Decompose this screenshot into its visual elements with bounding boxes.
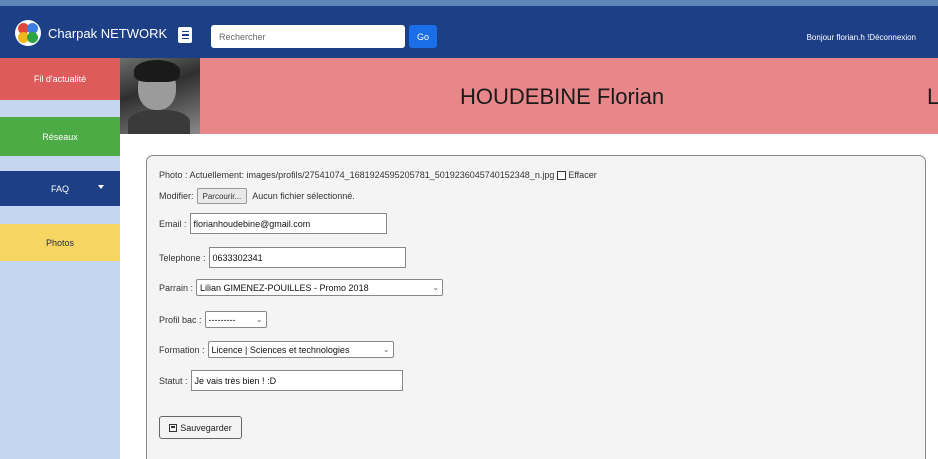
modifier-label: Modifier:: [159, 191, 194, 201]
sidebar-item-label: Photos: [45, 237, 75, 248]
caret-down-icon: [98, 185, 104, 189]
formation-label: Formation :: [159, 344, 205, 355]
brand[interactable]: Charpak NETWORK: [15, 20, 167, 46]
parcourir-button[interactable]: Parcourir...: [196, 188, 248, 204]
no-file-text: Aucun fichier sélectionné.: [252, 191, 355, 201]
sidebar: Fil d'actualité Réseaux FAQ Photos: [0, 58, 120, 459]
effacer-checkbox[interactable]: [557, 170, 567, 180]
save-button[interactable]: Sauvegarder: [159, 416, 242, 439]
photo-current-label: Photo : Actuellement: images/profils/275…: [159, 170, 555, 180]
go-button[interactable]: Go: [409, 25, 437, 48]
statut-field[interactable]: Je vais très bien ! :D: [190, 370, 403, 391]
telephone-row: Telephone : 0633302341: [159, 247, 406, 268]
chevron-down-icon: ⌄: [382, 345, 390, 354]
effacer-label: Effacer: [568, 170, 597, 180]
formation-selected-value: Licence | Sciences et technologies: [211, 344, 350, 355]
profile-level: L3: [927, 84, 938, 109]
avatar: [120, 58, 200, 134]
search-input[interactable]: [211, 25, 405, 48]
email-field[interactable]: florianhoudebine@gmail.com: [189, 213, 387, 234]
page: Charpak NETWORK Go Bonjour florian.h !Dé…: [0, 0, 938, 459]
top-navbar: Charpak NETWORK Go Bonjour florian.h !Dé…: [0, 0, 938, 58]
save-button-label: Sauvegarder: [180, 422, 232, 433]
formation-row: Formation : Licence | Sciences et techno…: [159, 341, 394, 358]
sidebar-item-label: Réseaux: [42, 131, 78, 142]
greeting-logout-link[interactable]: Bonjour florian.h !Déconnexion: [807, 33, 916, 42]
sidebar-item-reseaux[interactable]: Réseaux: [0, 117, 120, 156]
formation-select[interactable]: Licence | Sciences et technologies ⌄: [207, 341, 394, 358]
statut-row: Statut : Je vais très bien ! :D: [159, 370, 403, 391]
profil-bac-label: Profil bac :: [159, 314, 202, 325]
sidebar-item-label: Fil d'actualité: [33, 74, 87, 84]
menu-icon[interactable]: [178, 27, 192, 43]
profil-bac-row: Profil bac : --------- ⌄: [159, 311, 267, 328]
telephone-field[interactable]: 0633302341: [208, 247, 406, 268]
profile-edit-form: Photo : Actuellement: images/profils/275…: [146, 155, 926, 459]
sidebar-item-photos[interactable]: Photos: [0, 224, 120, 261]
parrain-selected-value: Lilian GIMENEZ-POUILLES - Promo 2018: [200, 282, 369, 293]
telephone-label: Telephone :: [159, 252, 206, 263]
sidebar-item-actualite[interactable]: Fil d'actualité: [0, 58, 120, 100]
statut-label: Statut :: [159, 375, 188, 386]
email-row: Email : florianhoudebine@gmail.com: [159, 213, 387, 234]
save-disk-icon: [169, 423, 178, 432]
chevron-down-icon: ⌄: [432, 283, 440, 292]
sidebar-item-faq[interactable]: FAQ: [0, 171, 120, 206]
sidebar-item-label: FAQ: [50, 183, 69, 194]
profil-bac-select[interactable]: --------- ⌄: [204, 311, 267, 328]
profile-banner: HOUDEBINE Florian L3: [120, 58, 938, 134]
parrain-row: Parrain : Lilian GIMENEZ-POUILLES - Prom…: [159, 279, 444, 296]
parrain-select[interactable]: Lilian GIMENEZ-POUILLES - Promo 2018 ⌄: [196, 279, 444, 296]
profil-bac-selected-value: ---------: [208, 314, 236, 325]
email-label: Email :: [159, 218, 187, 229]
photo-row: Photo : Actuellement: images/profils/275…: [159, 170, 597, 180]
modifier-row: Modifier: Parcourir... Aucun fichier sél…: [159, 188, 355, 204]
parrain-label: Parrain :: [159, 282, 194, 293]
brand-logo-icon: [15, 20, 41, 46]
chevron-down-icon: ⌄: [255, 315, 263, 324]
brand-name: Charpak NETWORK: [48, 25, 168, 41]
profile-name: HOUDEBINE Florian: [460, 84, 665, 109]
